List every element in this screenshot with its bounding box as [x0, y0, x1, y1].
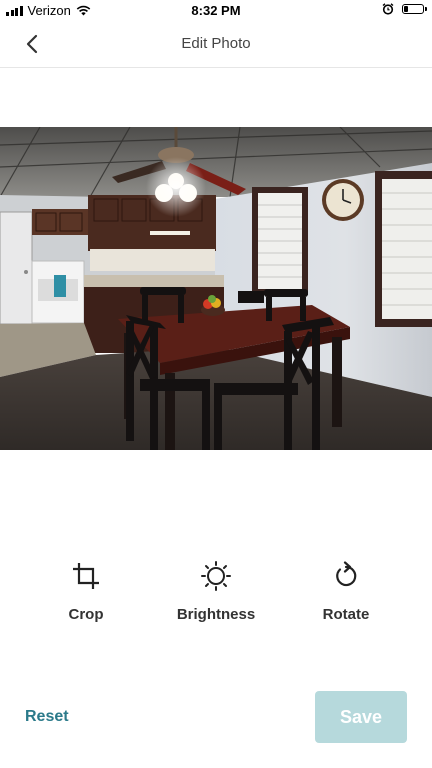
battery-icon	[402, 4, 427, 14]
reset-button[interactable]: Reset	[25, 708, 69, 726]
crop-tool[interactable]: Crop	[31, 558, 141, 623]
photo-preview[interactable]	[0, 127, 432, 450]
brightness-label: Brightness	[176, 606, 256, 623]
battery-fill	[404, 6, 408, 12]
crop-icon	[73, 563, 99, 589]
status-bar: Verizon 8:32 PM	[0, 0, 432, 22]
crop-label: Crop	[68, 606, 104, 623]
edit-tools: Crop Brightness Rotate	[0, 558, 432, 628]
page-title: Edit Photo	[181, 35, 251, 52]
rotate-icon	[336, 561, 357, 587]
nav-bar: Edit Photo	[0, 22, 432, 68]
status-time: 8:32 PM	[191, 3, 241, 18]
save-button[interactable]: Save	[315, 691, 407, 743]
brightness-tool[interactable]: Brightness	[161, 558, 271, 623]
alarm-icon	[382, 3, 394, 15]
sun-icon	[201, 561, 231, 591]
rotate-tool[interactable]: Rotate	[291, 558, 401, 623]
photo-image	[0, 127, 432, 450]
status-right	[382, 3, 427, 15]
rotate-label: Rotate	[322, 606, 370, 623]
